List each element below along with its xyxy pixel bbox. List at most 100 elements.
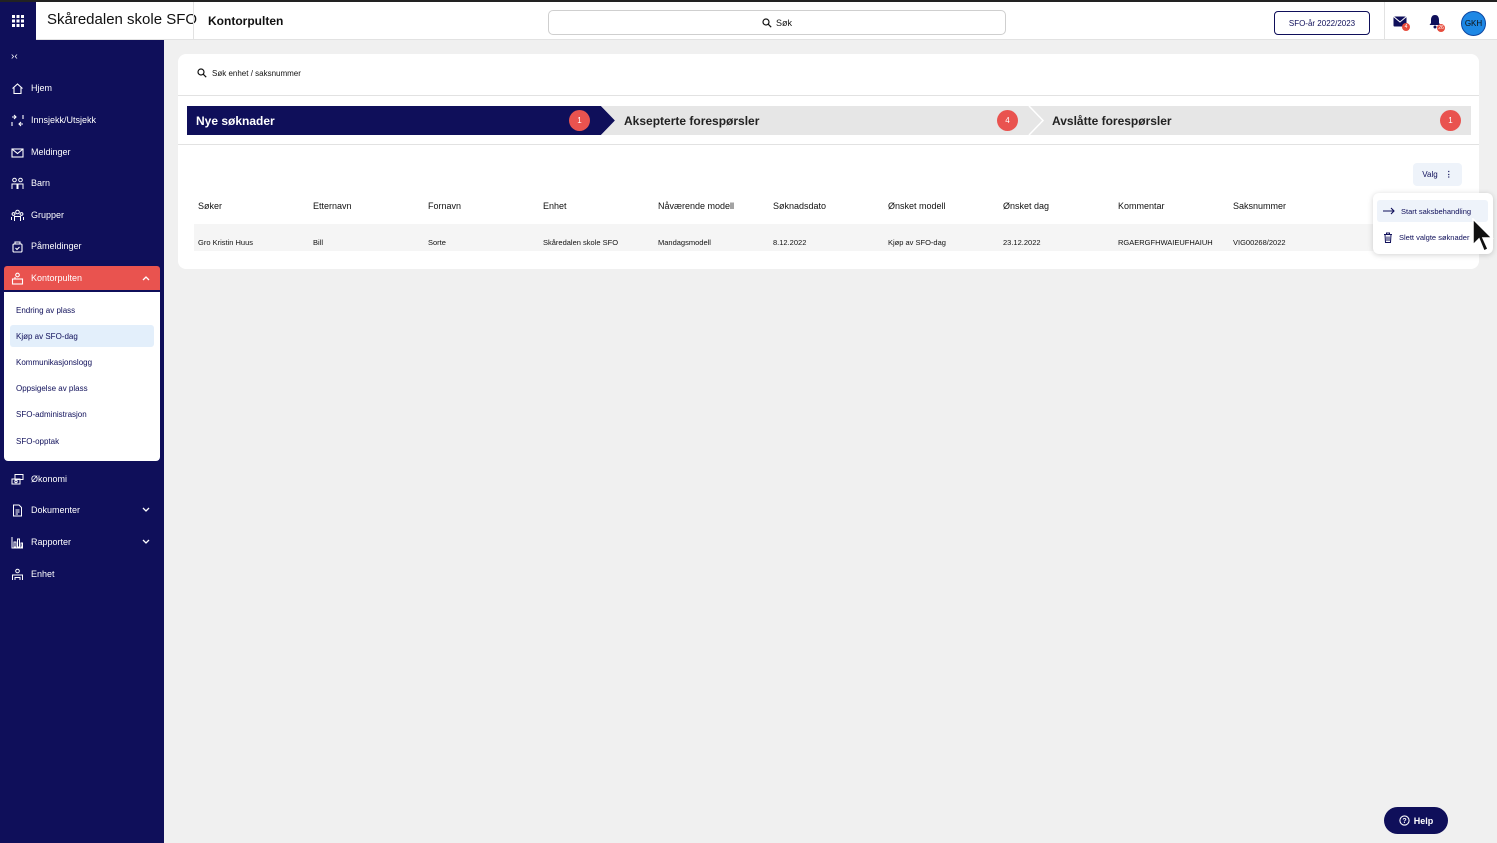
- chart-icon: [11, 536, 23, 548]
- table-cell: Bill: [313, 238, 324, 247]
- column-header[interactable]: Saksnummer: [1233, 201, 1286, 211]
- sidebar-item-barn[interactable]: Barn: [4, 171, 160, 195]
- tab-avslatte[interactable]: Avslåtte forespørsler: [1052, 106, 1172, 135]
- tab-count-badge: 1: [569, 110, 590, 131]
- submenu-item-oppsigelse-av-plass[interactable]: Oppsigelse av plass: [10, 377, 154, 399]
- table-cell: VIG00268/2022: [1233, 238, 1286, 247]
- table-cell: Kjøp av SFO-dag: [888, 238, 946, 247]
- registration-icon: [12, 240, 23, 253]
- unit-search-input[interactable]: Søk enhet / saksnummer: [197, 68, 301, 78]
- children-icon: [11, 177, 24, 189]
- divider: [1384, 2, 1385, 40]
- kebab-menu-icon: ⋮: [1444, 170, 1453, 179]
- sidebar-item-label: Hjem: [31, 83, 53, 93]
- help-button[interactable]: ? Help: [1384, 807, 1448, 834]
- submenu-item-sfo-opptak[interactable]: SFO-opptak: [10, 430, 154, 452]
- valg-label: Valg: [1422, 170, 1438, 179]
- help-label: Help: [1413, 815, 1434, 826]
- sidebar-item-grupper[interactable]: Grupper: [4, 203, 160, 227]
- search-placeholder: Søk enhet / saksnummer: [212, 68, 301, 78]
- column-header[interactable]: Etternavn: [313, 201, 352, 211]
- desk-icon: [11, 272, 24, 285]
- submenu-item-kjop-av-sfo-dag[interactable]: Kjøp av SFO-dag: [10, 325, 154, 347]
- mail-badge: 4: [1402, 23, 1410, 31]
- sidebar-item-label: Økonomi: [31, 474, 68, 484]
- column-header[interactable]: Søknadsdato: [773, 201, 826, 211]
- sidebar-item-pameldinger[interactable]: Påmeldinger: [4, 234, 160, 258]
- money-icon: [11, 473, 24, 484]
- submenu-item-endring-av-plass[interactable]: Endring av plass: [10, 299, 154, 321]
- arrow-right-icon: [1383, 207, 1395, 215]
- global-search-input[interactable]: Søk: [548, 10, 1006, 35]
- submenu-item-kommunikasjonslogg[interactable]: Kommunikasjonslogg: [10, 351, 154, 373]
- home-icon: [12, 82, 23, 94]
- school-year-button[interactable]: SFO-år 2022/2023: [1274, 11, 1370, 35]
- sidebar-item-label: Meldinger: [31, 147, 71, 157]
- chevron-down-icon: [142, 539, 150, 544]
- divider: [178, 144, 1479, 145]
- valg-button[interactable]: Valg ⋮: [1413, 163, 1462, 186]
- unit-icon: [12, 568, 23, 580]
- tab-aksepterte[interactable]: Aksepterte forespørsler: [624, 106, 759, 135]
- tab-nye-soknader[interactable]: Nye søknader: [196, 106, 275, 135]
- mail-icon: [11, 147, 24, 158]
- apps-grid-icon[interactable]: [0, 2, 36, 40]
- column-header[interactable]: Fornavn: [428, 201, 461, 211]
- chevron-up-icon: [142, 276, 150, 281]
- status-stepper: Nye søknader 1 Aksepterte forespørsler 4…: [187, 106, 1471, 135]
- sidebar-item-okonomi[interactable]: Økonomi: [4, 467, 160, 491]
- search-icon: [762, 17, 772, 28]
- sidebar-item-label: Rapporter: [31, 537, 72, 547]
- avatar[interactable]: GKH: [1461, 11, 1486, 36]
- collapse-sidebar-icon[interactable]: ›‹: [11, 51, 18, 62]
- requests-card: Søk enhet / saksnummer Nye søknader 1 Ak…: [178, 54, 1479, 269]
- bell-badge: 26: [1437, 24, 1445, 32]
- sidebar-item-label: Enhet: [31, 569, 55, 579]
- sidebar-item-rapporter[interactable]: Rapporter: [4, 530, 160, 554]
- column-header[interactable]: Ønsket modell: [888, 201, 946, 211]
- column-header[interactable]: Nåværende modell: [658, 201, 734, 211]
- sidebar-item-label: Kontorpulten: [31, 273, 83, 283]
- table-cell: Gro Kristin Huus: [198, 238, 254, 247]
- document-icon: [13, 504, 22, 516]
- table-cell: 23.12.2022: [1003, 238, 1041, 247]
- notifications-button[interactable]: 26: [1427, 13, 1445, 32]
- search-icon: [197, 68, 207, 78]
- kontorpulten-submenu: Endring av plass Kjøp av SFO-dag Kommuni…: [4, 292, 160, 461]
- sidebar-item-kontorpulten[interactable]: Kontorpulten: [4, 266, 160, 290]
- column-header[interactable]: Enhet: [543, 201, 567, 211]
- sidebar-item-label: Innsjekk/Utsjekk: [31, 115, 97, 125]
- column-header[interactable]: Kommentar: [1118, 201, 1165, 211]
- trash-icon: [1384, 232, 1392, 243]
- tab-count-badge: 4: [997, 110, 1018, 131]
- sidebar-item-label: Påmeldinger: [31, 241, 82, 251]
- table-cell: RGAERGFHWAIEUFHAIUH: [1118, 238, 1213, 247]
- submenu-item-sfo-administrasjon[interactable]: SFO-administrasjon: [10, 403, 154, 425]
- sidebar-item-meldinger[interactable]: Meldinger: [4, 140, 160, 164]
- table-cell: Skåredalen skole SFO: [543, 238, 619, 247]
- sidebar: ›‹ Hjem Innsjekk/Utsjekk Meldinger Barn …: [0, 40, 164, 843]
- app-name[interactable]: Skåredalen skole SFO: [47, 11, 197, 28]
- sidebar-item-innsjekk[interactable]: Innsjekk/Utsjekk: [4, 108, 160, 132]
- chevron-down-icon: [142, 507, 150, 512]
- svg-text:?: ?: [1402, 818, 1406, 825]
- sidebar-item-enhet[interactable]: Enhet: [4, 562, 160, 586]
- table-cell: 8.12.2022: [773, 238, 807, 247]
- mouse-cursor-icon: [1472, 218, 1494, 253]
- menu-item-label: Slett valgte søknader: [1399, 232, 1470, 242]
- checkin-icon: [11, 114, 24, 126]
- sidebar-item-label: Dokumenter: [31, 505, 81, 515]
- sidebar-item-label: Grupper: [31, 210, 65, 220]
- page-title: Kontorpulten: [208, 14, 284, 28]
- search-label: Søk: [775, 17, 792, 28]
- sidebar-item-dokumenter[interactable]: Dokumenter: [4, 498, 160, 522]
- help-icon: ?: [1399, 815, 1410, 826]
- tab-count-badge: 1: [1440, 110, 1461, 131]
- mail-button[interactable]: 4: [1392, 14, 1410, 31]
- column-header[interactable]: Søker: [198, 201, 222, 211]
- sidebar-item-hjem[interactable]: Hjem: [4, 76, 160, 100]
- table-cell: Sorte: [428, 238, 446, 247]
- table-cell: Mandagsmodell: [658, 238, 711, 247]
- menu-item-label: Start saksbehandling: [1401, 206, 1472, 216]
- column-header[interactable]: Ønsket dag: [1003, 201, 1049, 211]
